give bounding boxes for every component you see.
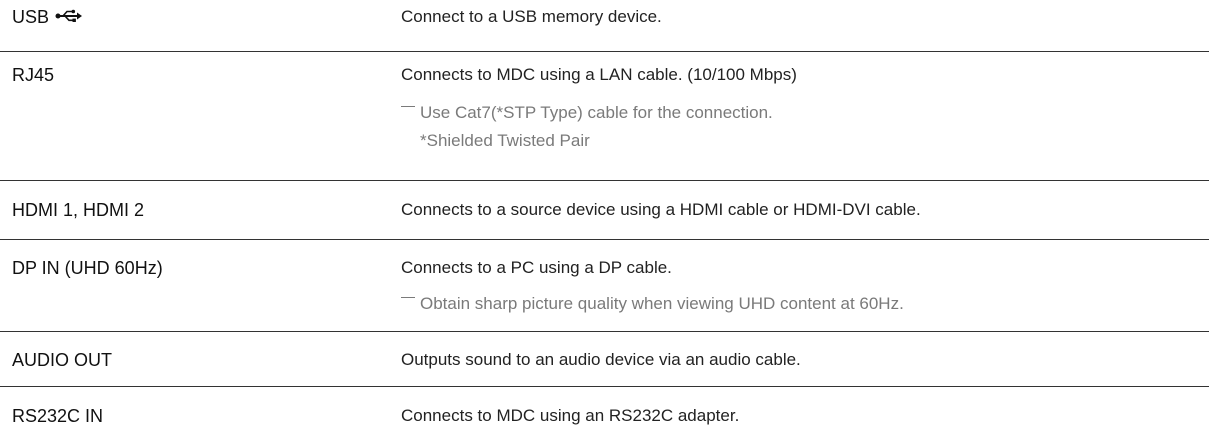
port-name: USB	[12, 6, 83, 28]
port-description: Connects to a source device using a HDMI…	[401, 200, 921, 219]
table-row-usb: USB Connect to a USB memory device.	[0, 0, 1209, 52]
usb-icon	[55, 6, 83, 28]
port-subnote: *Shielded Twisted Pair	[420, 131, 590, 150]
table-row-hdmi: HDMI 1, HDMI 2 Connects to a source devi…	[0, 181, 1209, 240]
port-description: Connects to a PC using a DP cable.	[401, 258, 672, 277]
port-table: USB Connect to a USB memory device. RJ45…	[0, 0, 1209, 446]
table-row-dp-in: DP IN (UHD 60Hz) Connects to a PC using …	[0, 240, 1209, 332]
port-name: RS232C IN	[12, 406, 104, 426]
port-description: Outputs sound to an audio device via an …	[401, 350, 801, 369]
port-note: Use Cat7(*STP Type) cable for the connec…	[401, 102, 773, 124]
port-description: Connect to a USB memory device.	[401, 7, 662, 26]
table-row-rj45: RJ45 Connects to MDC using a LAN cable. …	[0, 52, 1209, 181]
table-row-rs232c-in: RS232C IN Connects to MDC using an RS232…	[0, 387, 1209, 446]
port-name: RJ45	[12, 65, 55, 85]
note-dash-icon	[401, 106, 415, 107]
port-note: Obtain sharp picture quality when viewin…	[401, 293, 904, 315]
port-description: Connects to MDC using a LAN cable. (10/1…	[401, 65, 797, 84]
port-name: AUDIO OUT	[12, 350, 113, 370]
port-description: Connects to MDC using an RS232C adapter.	[401, 406, 740, 425]
note-dash-icon	[401, 297, 415, 298]
port-name: DP IN (UHD 60Hz)	[12, 258, 163, 278]
table-row-audio-out: AUDIO OUT Outputs sound to an audio devi…	[0, 332, 1209, 387]
port-name: HDMI 1, HDMI 2	[12, 200, 145, 220]
